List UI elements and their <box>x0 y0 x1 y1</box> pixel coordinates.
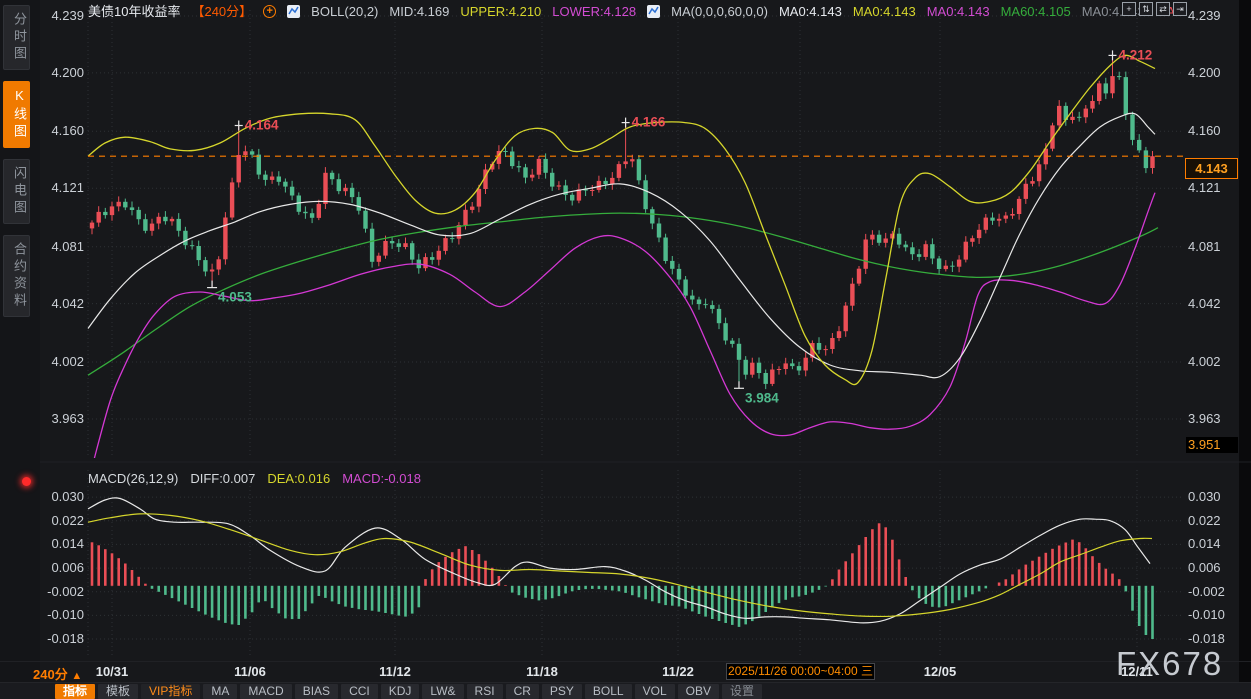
axis-label: 4.121 <box>1188 180 1248 196</box>
axis-label: -0.018 <box>28 631 84 647</box>
interval-tag: 【240分】 <box>191 4 252 19</box>
date-tick: 12/05 <box>905 664 975 679</box>
axis-label: 4.239 <box>28 8 84 24</box>
indicator-chart-icon[interactable] <box>647 5 660 18</box>
scale-low-tag: 3.951 <box>1186 437 1238 453</box>
boll-mid-value: MID:4.169 <box>389 4 449 19</box>
axis-label: 4.121 <box>28 180 84 196</box>
boll-upper-value: UPPER:4.210 <box>460 4 541 19</box>
axis-label: 3.963 <box>28 411 84 427</box>
sidebar-tab-time-chart[interactable]: 分时图 <box>3 5 30 70</box>
axis-label: -0.010 <box>1188 607 1248 623</box>
dea-value: DEA:0.016 <box>267 471 330 487</box>
diff-value: DIFF:0.007 <box>190 471 255 487</box>
axis-label: 4.002 <box>28 354 84 370</box>
watermark: FX678 <box>1116 645 1223 683</box>
boll-params: BOLL(20,2) <box>311 4 378 19</box>
plus-circle-icon[interactable]: + <box>263 5 276 18</box>
axis-label: 0.030 <box>1188 489 1248 505</box>
axis-label: 4.160 <box>28 123 84 139</box>
interval-dropdown[interactable]: 240分 ▲ <box>33 664 82 683</box>
axis-label: -0.002 <box>28 584 84 600</box>
axis-label: 0.022 <box>1188 513 1248 529</box>
sidebar-tabs: 分时图 K线图闪电图合约资料 <box>3 5 30 317</box>
axis-label: 4.200 <box>28 65 84 81</box>
ma-params: MA(0,0,0,60,0,0) <box>671 4 768 19</box>
axis-label: 4.002 <box>1188 354 1248 370</box>
svg-text:4.164: 4.164 <box>245 118 279 133</box>
toolbar-button-VIP指标[interactable]: VIP指标 <box>141 684 200 699</box>
macd-value: MACD:-0.018 <box>342 471 421 487</box>
svg-text:4.212: 4.212 <box>1119 47 1153 62</box>
ma0-magenta-value: MA0:4.143 <box>927 4 990 19</box>
date-tick: 11/18 <box>507 664 577 679</box>
live-indicator-icon <box>22 477 31 486</box>
scale-y-icon[interactable]: ⇅ <box>1139 2 1153 16</box>
toolbar-button-LW&[interactable]: LW& <box>422 684 463 699</box>
collapse-panel-icon[interactable]: ⇥ <box>1173 2 1187 16</box>
current-price-tag: 4.143 <box>1185 158 1238 179</box>
indicator-chart-icon[interactable] <box>287 5 300 18</box>
toolbar-button-CR[interactable]: CR <box>506 684 539 699</box>
macd-header: MACD(26,12,9) DIFF:0.007 DEA:0.016 MACD:-0.… <box>88 471 421 487</box>
date-tick: 10/31 <box>77 664 147 679</box>
toolbar-button-模板[interactable]: 模板 <box>98 684 138 699</box>
chart-tool-icons: +⇅⇄⇥ <box>1122 2 1187 16</box>
axis-label: -0.010 <box>28 607 84 623</box>
toolbar-button-BOLL[interactable]: BOLL <box>585 684 632 699</box>
axis-label: 0.030 <box>28 489 84 505</box>
axis-label: 4.200 <box>1188 65 1248 81</box>
axis-label: 4.081 <box>1188 239 1248 255</box>
axis-label: 4.042 <box>28 296 84 312</box>
ma60-value: MA60:4.105 <box>1001 4 1071 19</box>
sidebar-tab-lightning-chart[interactable]: 闪电图 <box>3 159 30 224</box>
chart-canvas[interactable]: 4.164 4.053 4.166 3.984 4.212 <box>0 0 1251 699</box>
toolbar-button-KDJ[interactable]: KDJ <box>381 684 420 699</box>
toolbar-button-OBV[interactable]: OBV <box>678 684 719 699</box>
date-tick: 11/22 <box>643 664 713 679</box>
indicator-toolbar: 指标模板VIP指标MAMACD BIASCCIKDJLW&RSICRPSYBOLL… <box>0 682 1251 699</box>
toolbar-button-MA[interactable]: MA <box>203 684 237 699</box>
sidebar-tab-kline-chart[interactable]: K线图 <box>3 81 30 148</box>
date-axis-row: 240分 ▲ 10/3111/0611/1211/1811/2212/0512/… <box>0 661 1251 681</box>
axis-label: 0.022 <box>28 513 84 529</box>
axis-label: 0.014 <box>1188 536 1248 552</box>
axis-label: 0.014 <box>28 536 84 552</box>
app-root: 4.1644.0534.1663.9844.212 分时图K线图闪电图合约资料 … <box>0 0 1251 699</box>
axis-label: -0.002 <box>1188 584 1248 600</box>
axis-label: 4.081 <box>28 239 84 255</box>
axis-label: 4.160 <box>1188 123 1248 139</box>
sidebar-tab-contract-info[interactable]: 合约资料 <box>3 235 30 317</box>
pan-icon[interactable]: + <box>1122 2 1136 16</box>
axis-label: 0.006 <box>1188 560 1248 576</box>
date-tick: 11/06 <box>215 664 285 679</box>
toolbar-button-PSY[interactable]: PSY <box>542 684 582 699</box>
indicator-header: 美债10年收益率【240分】 + BOLL(20,2) MID:4.169 UPPER:… <box>88 3 1175 20</box>
toolbar-button-设置[interactable]: 设置 <box>722 684 762 699</box>
ma0-yellow-value: MA0:4.143 <box>853 4 916 19</box>
toolbar-button-CCI[interactable]: CCI <box>341 684 378 699</box>
boll-lower-value: LOWER:4.128 <box>552 4 636 19</box>
axis-label: 4.239 <box>1188 8 1248 24</box>
svg-text:4.166: 4.166 <box>632 115 666 130</box>
toolbar-button-RSI[interactable]: RSI <box>467 684 503 699</box>
scale-x-icon[interactable]: ⇄ <box>1156 2 1170 16</box>
toolbar-button-BIAS[interactable]: BIAS <box>295 684 338 699</box>
svg-text:3.984: 3.984 <box>745 390 779 405</box>
axis-label: 3.963 <box>1188 411 1248 427</box>
crosshair-date-tooltip: 2025/11/26 00:00~04:00 三 <box>726 663 875 680</box>
toolbar-button-VOL[interactable]: VOL <box>635 684 675 699</box>
date-tick: 11/12 <box>360 664 430 679</box>
svg-text:4.053: 4.053 <box>218 290 252 305</box>
symbol-title: 美债10年收益率 <box>88 4 180 19</box>
axis-label: 0.006 <box>28 560 84 576</box>
toolbar-button-MACD[interactable]: MACD <box>240 684 291 699</box>
toolbar-button-指标[interactable]: 指标 <box>55 684 95 699</box>
ma0-white-value: MA0:4.143 <box>779 4 842 19</box>
macd-params: MACD(26,12,9) <box>88 471 178 487</box>
axis-label: 4.042 <box>1188 296 1248 312</box>
